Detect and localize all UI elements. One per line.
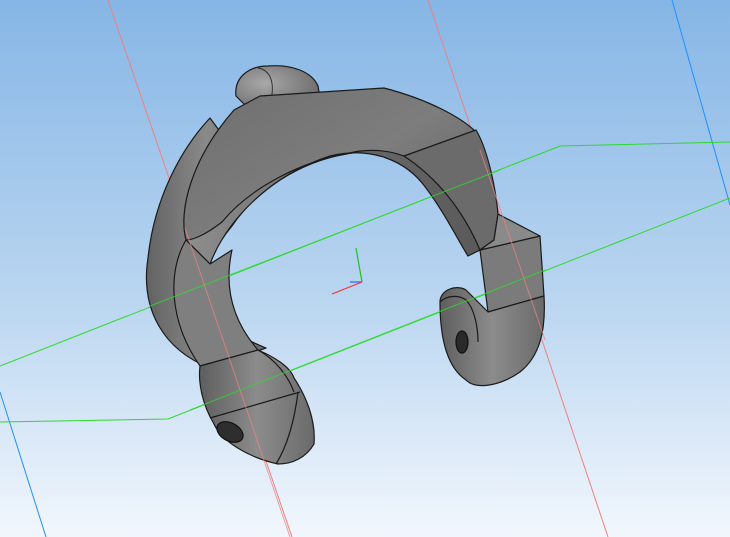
viewport-background <box>0 0 730 537</box>
right-lug-hole <box>455 330 469 354</box>
viewport-canvas[interactable] <box>0 0 730 537</box>
3d-model-viewport[interactable] <box>0 0 730 537</box>
